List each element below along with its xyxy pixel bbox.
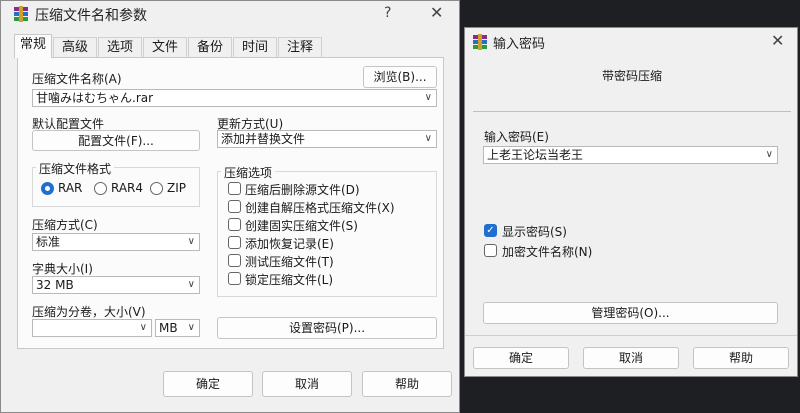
winrar-logo-icon [473,34,487,50]
winrar-logo-icon [14,6,28,22]
format-zip-radio[interactable] [150,182,163,195]
lock-archive-checkbox[interactable] [228,272,241,285]
cancel-button[interactable]: 取消 [262,371,352,397]
create-sfx-checkbox[interactable] [228,200,241,213]
password-input[interactable]: 上老王论坛当老王 ∨ [483,146,778,164]
test-archive-checkbox[interactable] [228,254,241,267]
password-dialog-title: 输入密码 [493,37,546,52]
archive-name-label: 压缩文件名称(A) [32,72,122,86]
browse-button[interactable]: 浏览(B)... [363,66,437,88]
archive-options-group: 压缩选项 压缩后删除源文件(D) 创建自解压格式压缩文件(X) 创建固实压缩文件… [217,164,437,297]
create-sfx-label[interactable]: 创建自解压格式压缩文件(X) [245,199,395,216]
archive-format-group: 压缩文件格式 RAR RAR4 ZIP [32,160,200,207]
show-password-checkbox[interactable]: ✓ [484,224,497,237]
password-dialog: 输入密码 ✕ 带密码压缩 输入密码(E) 上老王论坛当老王 ∨ ✓ 显示密码(S… [464,27,798,377]
divider [473,111,791,112]
show-password-label[interactable]: 显示密码(S) [502,223,567,240]
chevron-down-icon[interactable]: ∨ [766,147,773,163]
help-icon[interactable]: ? [384,5,391,21]
format-zip-label[interactable]: ZIP [167,181,186,195]
archive-dialog: 压缩文件名和参数 ? ✕ 常规 高级 选项 文件 备份 时间 注释 压缩文件名称… [0,0,460,413]
password-dialog-subtitle: 带密码压缩 [602,69,663,83]
ok-button[interactable]: 确定 [473,347,569,369]
create-solid-checkbox[interactable] [228,218,241,231]
tab-general[interactable]: 常规 [14,34,52,58]
tab-time[interactable]: 时间 [233,37,277,57]
ok-button[interactable]: 确定 [163,371,253,397]
chevron-down-icon[interactable]: ∨ [425,90,432,106]
divider [465,335,797,336]
dictionary-size-select[interactable]: 32 MB ∨ [32,276,200,294]
chevron-down-icon[interactable]: ∨ [425,131,432,147]
compression-method-label: 压缩方式(C) [32,218,98,232]
help-button[interactable]: 帮助 [693,347,789,369]
split-volumes-label: 压缩为分卷，大小(V) [32,305,146,319]
dictionary-size-label: 字典大小(I) [32,262,93,276]
archive-dialog-title: 压缩文件名和参数 [35,8,147,24]
chevron-down-icon[interactable]: ∨ [188,277,195,293]
add-recovery-record-checkbox[interactable] [228,236,241,249]
lock-archive-label[interactable]: 锁定压缩文件(L) [245,271,333,288]
tab-files[interactable]: 文件 [143,37,187,57]
update-mode-select[interactable]: 添加并替换文件 ∨ [217,130,437,148]
chevron-down-icon[interactable]: ∨ [188,320,195,336]
add-recovery-record-label[interactable]: 添加恢复记录(E) [245,235,334,252]
help-button[interactable]: 帮助 [362,371,452,397]
split-size-input[interactable]: ∨ [32,319,152,337]
delete-after-archiving-checkbox[interactable] [228,182,241,195]
tab-options[interactable]: 选项 [98,37,142,57]
close-icon[interactable]: ✕ [771,33,784,49]
compression-method-select[interactable]: 标准 ∨ [32,233,200,251]
archive-format-title: 压缩文件格式 [36,160,115,177]
archive-name-input[interactable]: 甘噛みはむちゃん.rar ∨ [32,89,437,107]
manage-passwords-button[interactable]: 管理密码(O)... [483,302,778,324]
tab-advanced[interactable]: 高级 [53,37,97,57]
profiles-button[interactable]: 配置文件(F)... [32,130,200,151]
format-rar4-label[interactable]: RAR4 [111,181,143,195]
close-icon[interactable]: ✕ [430,5,443,21]
archive-dialog-titlebar[interactable]: 压缩文件名和参数 ? ✕ [1,1,459,27]
chevron-down-icon[interactable]: ∨ [140,320,147,336]
general-tab-panel: 压缩文件名称(A) 浏览(B)... 甘噛みはむちゃん.rar ∨ 默认配置文件… [17,57,444,349]
encrypt-file-names-label[interactable]: 加密文件名称(N) [502,243,592,260]
tab-comment[interactable]: 注释 [278,37,322,57]
set-password-button[interactable]: 设置密码(P)... [217,317,437,339]
chevron-down-icon[interactable]: ∨ [188,234,195,250]
format-rar-radio[interactable] [41,182,54,195]
tab-backup[interactable]: 备份 [188,37,232,57]
password-dialog-titlebar[interactable]: 输入密码 ✕ [465,28,797,54]
create-solid-label[interactable]: 创建固实压缩文件(S) [245,217,358,234]
archive-options-title: 压缩选项 [221,164,276,181]
format-rar4-radio[interactable] [94,182,107,195]
cancel-button[interactable]: 取消 [583,347,679,369]
password-label: 输入密码(E) [484,130,549,144]
encrypt-file-names-checkbox[interactable] [484,244,497,257]
format-rar-label[interactable]: RAR [58,181,82,195]
test-archive-label[interactable]: 测试压缩文件(T) [245,253,334,270]
split-unit-select[interactable]: MB ∨ [155,319,200,337]
delete-after-archiving-label[interactable]: 压缩后删除源文件(D) [245,181,360,198]
